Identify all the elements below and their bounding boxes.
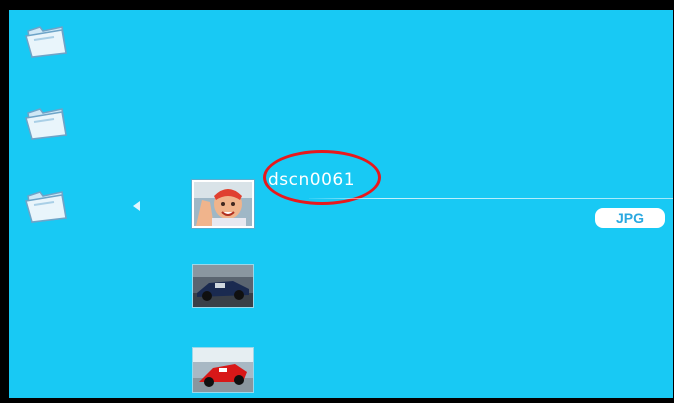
device-frame: dscn0061 JPG <box>0 0 674 403</box>
file-type-badge: JPG <box>595 208 665 228</box>
left-arrow-icon[interactable] <box>133 201 140 211</box>
thumbnail-selected[interactable] <box>192 180 254 228</box>
photo-browser-screen: dscn0061 JPG <box>9 10 673 398</box>
thumbnail[interactable] <box>192 264 254 308</box>
folder-icon[interactable] <box>24 104 68 140</box>
thumbnail[interactable] <box>192 347 254 393</box>
selection-line <box>309 198 673 199</box>
highlight-ellipse <box>263 150 381 205</box>
folder-icon[interactable] <box>24 187 68 223</box>
folder-icon[interactable] <box>24 22 68 58</box>
